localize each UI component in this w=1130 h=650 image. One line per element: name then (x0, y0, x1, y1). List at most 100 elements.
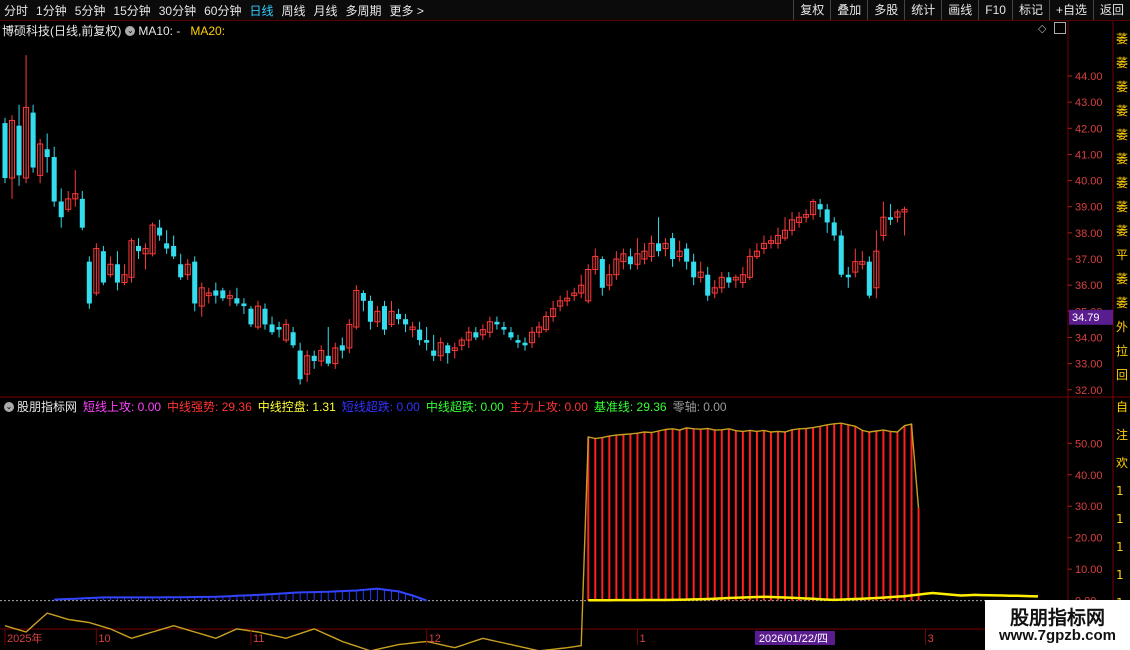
candle-body (51, 157, 57, 202)
tab-period-1[interactable]: 1分钟 (36, 2, 67, 19)
xtick-label: 12 (429, 633, 441, 645)
price-label: 34.79 (1072, 312, 1100, 324)
side-tag: 自 (1116, 400, 1128, 414)
side-tag: 1 (1116, 512, 1124, 526)
ytick-label: 33.00 (1075, 359, 1103, 371)
candle-body (473, 332, 479, 338)
candle-body (417, 329, 423, 341)
candle-body (515, 340, 521, 343)
toolbar-button-7[interactable]: +自选 (1048, 0, 1093, 20)
tab-period-6[interactable]: 日线 (249, 2, 273, 19)
ytick-label: 38.00 (1075, 228, 1103, 240)
xtick-label: 2026/01/22/四 (759, 633, 828, 645)
candle-body (241, 303, 247, 307)
ytick-label: 20.00 (1075, 533, 1103, 545)
toolbar-button-4[interactable]: 画线 (941, 0, 978, 20)
side-tag: 萎 (1116, 128, 1128, 142)
tab-period-10[interactable]: 更多 > (390, 2, 424, 19)
side-tag: 萎 (1116, 80, 1128, 94)
ytick-label: 40.00 (1075, 176, 1103, 188)
side-tag: 平 (1116, 248, 1128, 262)
candle-body (599, 259, 605, 288)
xtick-label: 10 (98, 633, 110, 645)
tab-period-0[interactable]: 分时 (4, 2, 28, 19)
tab-period-4[interactable]: 30分钟 (159, 2, 196, 19)
candle-body (325, 355, 331, 364)
period-tabs: 分时 1分钟 5分钟 15分钟 30分钟 60分钟 日线 周线 月线 多周期 更多 > (4, 0, 432, 20)
candle-body (262, 308, 268, 325)
candle-body (114, 264, 120, 283)
candle-body (269, 324, 275, 333)
candle-body (838, 235, 844, 275)
toolbar-button-6[interactable]: 标记 (1011, 0, 1049, 20)
candle-body (501, 327, 507, 330)
side-tag: 萎 (1116, 224, 1128, 238)
candle-body (381, 306, 387, 330)
side-tag: 萎 (1116, 176, 1128, 190)
candle-body (79, 198, 85, 228)
candle-body (297, 350, 303, 380)
candle-body (656, 243, 662, 252)
toolbar-button-5[interactable]: F10 (978, 0, 1012, 20)
candle-body (726, 277, 732, 283)
candle-body (360, 293, 366, 301)
side-tag: 萎 (1116, 200, 1128, 214)
toolbar-button-3[interactable]: 统计 (904, 0, 941, 20)
candle-body (58, 201, 64, 218)
candle-body (831, 222, 837, 236)
ytick-label: 44.00 (1075, 71, 1103, 83)
toolbar-button-1[interactable]: 叠加 (830, 0, 867, 20)
candle-body (866, 261, 872, 296)
candle-body (824, 209, 830, 223)
ytick-label: 30.00 (1075, 501, 1103, 513)
candle-body (192, 261, 198, 304)
candle-body (817, 204, 823, 210)
watermark-logo: 股朋指标网 www.7gpzb.com (985, 600, 1130, 650)
candle-body (100, 251, 106, 283)
candle-body (367, 300, 373, 322)
candle-body (627, 256, 633, 265)
tab-period-3[interactable]: 15分钟 (113, 2, 150, 19)
ytick-label: 34.00 (1075, 332, 1103, 344)
candle-body (445, 345, 451, 354)
toolbar: 分时 1分钟 5分钟 15分钟 30分钟 60分钟 日线 周线 月线 多周期 更多 > 复权 叠加 多股… (0, 0, 1130, 21)
tab-period-8[interactable]: 月线 (314, 2, 338, 19)
tab-period-9[interactable]: 多周期 (346, 2, 382, 19)
side-tag: 萎 (1116, 104, 1128, 118)
tab-period-2[interactable]: 5分钟 (75, 2, 106, 19)
kline-chart[interactable]: 44.00 43.00 42.00 41.00 40.00 39.00 38.00 37.00… (0, 21, 1130, 650)
side-tag: 1 (1116, 568, 1124, 582)
ytick-label: 40.00 (1075, 470, 1103, 482)
side-tag: 萎 (1116, 32, 1128, 46)
candle-body (508, 332, 514, 338)
candle-body (424, 340, 430, 343)
candle-body (494, 321, 500, 325)
side-tag: 回 (1116, 368, 1128, 382)
side-tag: 萎 (1116, 56, 1128, 70)
candle-body (178, 264, 184, 278)
candle-body (311, 355, 317, 362)
candle-body (234, 298, 240, 304)
candle-body (431, 350, 437, 356)
toolbar-button-2[interactable]: 多股 (867, 0, 904, 20)
candle-body (705, 274, 711, 296)
side-tag: 欢 (1116, 455, 1128, 470)
side-tag: 拉 (1116, 343, 1128, 358)
candle-body (670, 238, 676, 260)
toolbar-button-0[interactable]: 复权 (793, 0, 830, 20)
side-tag: 萎 (1116, 296, 1128, 310)
ytick-label: 37.00 (1075, 254, 1103, 266)
xtick-label: 3 (928, 633, 934, 645)
candle-body (248, 308, 254, 325)
ytick-label: 10.00 (1075, 564, 1103, 576)
candle-body (522, 342, 528, 346)
tab-period-5[interactable]: 60分钟 (204, 2, 241, 19)
candle-body (86, 261, 92, 304)
candle-body (684, 248, 690, 262)
ytick-label: 42.00 (1075, 123, 1103, 135)
side-tag: 萎 (1116, 272, 1128, 286)
toolbar-button-8[interactable]: 返回 (1092, 0, 1130, 20)
tab-period-7[interactable]: 周线 (281, 2, 305, 19)
candle-body (44, 149, 50, 158)
baseline-line (4, 422, 920, 650)
